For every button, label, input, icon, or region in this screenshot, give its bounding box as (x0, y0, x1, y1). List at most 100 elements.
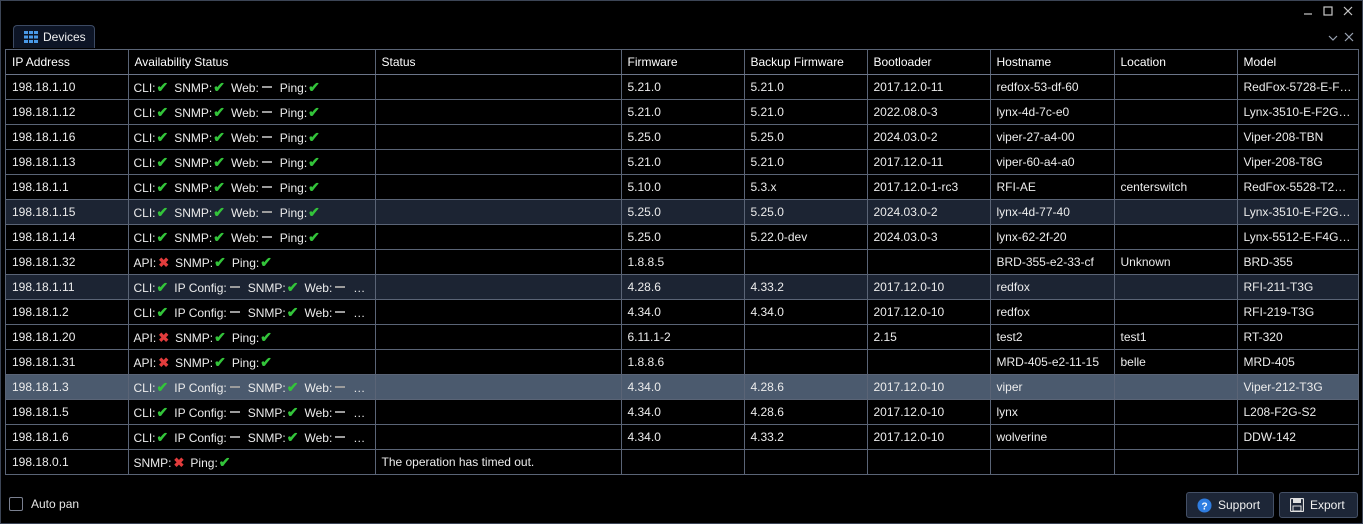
bootloader-cell: 2017.12.0-10 (867, 274, 991, 300)
availability-label: Ping: (279, 230, 308, 245)
availability-item: API: ✖ (134, 355, 173, 370)
availability-label: API: (133, 255, 157, 270)
column-header-hostname[interactable]: Hostname (990, 50, 1115, 75)
model-cell: RFI-211-T3G (1237, 274, 1358, 300)
column-header-ip-address[interactable]: IP Address (6, 50, 129, 75)
column-header-location[interactable]: Location (1114, 50, 1238, 75)
availability-cell: API: ✖ SNMP:✔ Ping:✔ (128, 249, 376, 275)
table-row[interactable]: 198.18.1.14 CLI:✔ SNMP:✔ Web: Ping:✔ 5.25.0 5.… (6, 224, 1358, 250)
chevron-down-icon[interactable] (1328, 31, 1338, 45)
availability-item: CLI:✔ (134, 79, 172, 95)
table-row[interactable]: 198.18.1.11CLI:✔IP Config:SNMP:✔Web:Ping… (6, 274, 1358, 300)
hostname-cell: viper (990, 374, 1115, 400)
maximize-icon[interactable] (1322, 5, 1334, 17)
model-cell: Viper-208-T8G (1237, 149, 1358, 175)
bootloader-cell: 2017.12.0-11 (867, 74, 991, 100)
ip-address-cell: 198.18.1.31 (6, 349, 129, 375)
export-button[interactable]: Export (1279, 492, 1358, 518)
table-row[interactable]: 198.18.1.31 API: ✖ SNMP:✔ Ping:✔ 1.8.8.6 MRD-4… (6, 349, 1358, 375)
model-cell: RedFox-5528-T28G... (1237, 174, 1358, 200)
model-cell (1237, 449, 1358, 474)
model-cell: MRD-405 (1237, 349, 1358, 375)
bootloader-cell: 2017.12.0-10 (867, 399, 991, 425)
svg-text:?: ? (1201, 501, 1207, 512)
table-row[interactable]: 198.18.1.6CLI:✔IP Config:SNMP:✔Web:Ping4… (6, 424, 1358, 450)
table-row[interactable]: 198.18.1.20 API: ✖ SNMP:✔ Ping:✔ 6.11.1-2 2.15… (6, 324, 1358, 350)
table-row[interactable]: 198.18.1.1 CLI:✔ SNMP:✔ Web: Ping:✔ 5.10.0 5.3… (6, 174, 1358, 200)
column-header-firmware[interactable]: Firmware (621, 50, 745, 75)
availability-label: Web: (304, 405, 333, 420)
hostname-cell: lynx-4d-7c-e0 (990, 99, 1115, 125)
availability-item: Web: (231, 81, 277, 95)
model-cell: Viper-212-T3G (1237, 374, 1358, 400)
firmware-cell: 4.34.0 (621, 374, 745, 400)
availability-label: SNMP: (247, 280, 286, 295)
autopan-toggle[interactable]: Auto pan (9, 497, 79, 511)
tab-devices[interactable]: Devices (13, 25, 95, 48)
bootloader-cell: 2017.12.0-10 (867, 424, 991, 450)
table-row[interactable]: 198.18.1.5CLI:✔IP Config:SNMP:✔Web:Ping4… (6, 399, 1358, 425)
column-header-backup-firmware[interactable]: Backup Firmware (744, 50, 868, 75)
table-row[interactable]: 198.18.1.3CLI:✔IP Config:SNMP:✔Web:Ping4… (6, 374, 1358, 400)
bootloader-cell: 2024.03.0-2 (867, 124, 991, 150)
bootloader-cell: 2017.12.0-1-rc3 (867, 174, 991, 200)
ip-address-cell: 198.18.1.11 (6, 274, 129, 300)
table-row[interactable]: 198.18.1.16 CLI:✔ SNMP:✔ Web: Ping:✔ 5.25.0 5.… (6, 124, 1358, 150)
availability-label: Ping: (231, 255, 260, 270)
status-cell (375, 349, 622, 375)
location-cell (1114, 224, 1238, 250)
model-cell: BRD-355 (1237, 249, 1358, 275)
availability-cell: CLI:✔IP Config:SNMP:✔Web:Ping (128, 274, 376, 300)
availability-item: Web: (231, 106, 277, 120)
table-row[interactable]: 198.18.0.1 SNMP: ✖ Ping:✔ The operation has … (6, 449, 1358, 474)
backup-firmware-cell (744, 349, 868, 375)
bootloader-cell (867, 349, 991, 375)
availability-label: SNMP: (175, 255, 214, 270)
table-row[interactable]: 198.18.1.32 API: ✖ SNMP:✔ Ping:✔ 1.8.8.5 BRD-3… (6, 249, 1358, 275)
column-header-bootloader[interactable]: Bootloader (867, 50, 991, 75)
checkmark-icon: ✔ (308, 203, 320, 220)
table-row[interactable]: 198.18.1.2CLI:✔IP Config:SNMP:✔Web:Ping4… (6, 299, 1358, 325)
column-header-status[interactable]: Status (375, 50, 622, 75)
availability-item: SNMP:✔ (175, 354, 229, 370)
availability-item: Web: (231, 131, 277, 145)
checkmark-icon: ✔ (260, 328, 272, 345)
backup-firmware-cell (744, 249, 868, 275)
checkmark-icon: ✔ (213, 128, 225, 145)
dash-icon (335, 386, 346, 389)
cross-icon: ✖ (173, 454, 185, 470)
minimize-icon[interactable] (1302, 5, 1314, 17)
backup-firmware-cell: 4.28.6 (744, 374, 868, 400)
column-header-availability-status[interactable]: Availability Status (128, 50, 376, 75)
close-icon[interactable] (1342, 5, 1354, 17)
support-button[interactable]: ? Support (1186, 492, 1274, 518)
availability-label: Web: (231, 180, 259, 195)
table-row[interactable]: 198.18.1.13 CLI:✔ SNMP:✔ Web: Ping:✔ 5.21.0 5.… (6, 149, 1358, 175)
firmware-cell: 5.25.0 (621, 124, 745, 150)
availability-item: Web: (231, 231, 277, 245)
checkmark-icon: ✔ (213, 103, 225, 120)
status-cell: The operation has timed out. (375, 449, 622, 474)
table-row[interactable]: 198.18.1.15 CLI:✔ SNMP:✔ Web: Ping:✔ 5.25.0 5.… (6, 199, 1358, 225)
backup-firmware-cell: 4.33.2 (744, 424, 868, 450)
firmware-cell: 4.34.0 (621, 424, 745, 450)
availability-cell: CLI:✔ SNMP:✔ Web: Ping:✔ (128, 124, 376, 150)
checkmark-icon: ✔ (308, 103, 320, 120)
checkmark-icon: ✔ (286, 403, 299, 420)
availability-item: Ping:✔ (280, 129, 323, 145)
hostname-cell: test2 (990, 324, 1115, 350)
availability-label: CLI: (133, 430, 156, 445)
availability-item: Ping:✔ (232, 328, 275, 345)
column-header-model[interactable]: Model (1237, 50, 1358, 75)
availability-cell: API: ✖ SNMP:✔ Ping:✔ (128, 349, 376, 375)
availability-label: IP Config: (174, 305, 227, 320)
tab-close-icon[interactable] (1344, 31, 1354, 45)
location-cell (1114, 449, 1238, 474)
status-cell (375, 424, 622, 450)
availability-label: CLI: (133, 205, 156, 220)
availability-item: CLI:✔ (134, 404, 172, 420)
table-row[interactable]: 198.18.1.10 CLI:✔ SNMP:✔ Web: Ping:✔ 5.21.0 5.… (6, 74, 1358, 100)
location-cell (1114, 199, 1238, 225)
table-row[interactable]: 198.18.1.12 CLI:✔ SNMP:✔ Web: Ping:✔ 5.21.0 5.… (6, 99, 1358, 125)
autopan-checkbox[interactable] (9, 497, 23, 511)
